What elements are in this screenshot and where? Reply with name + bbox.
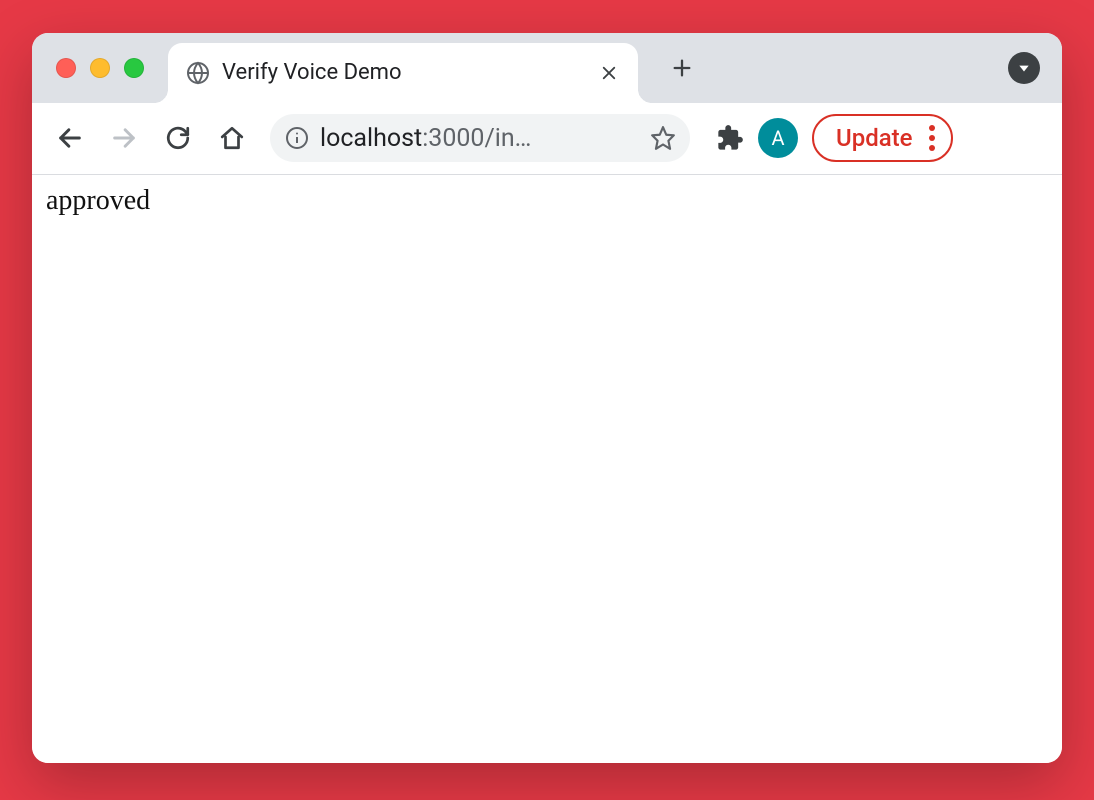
- page-content: approved: [32, 175, 1062, 763]
- tab-title: Verify Voice Demo: [222, 60, 590, 85]
- update-button[interactable]: Update: [812, 114, 953, 162]
- chevron-down-icon: [1008, 52, 1040, 84]
- new-tab-button[interactable]: [660, 46, 704, 90]
- bookmark-icon[interactable]: [650, 125, 676, 151]
- kebab-icon[interactable]: [929, 125, 935, 151]
- reload-button[interactable]: [154, 114, 202, 162]
- info-icon[interactable]: [284, 125, 310, 151]
- window-minimize-button[interactable]: [90, 58, 110, 78]
- extensions-icon[interactable]: [716, 124, 744, 152]
- url-path: :3000/in…: [422, 124, 531, 153]
- globe-icon: [186, 61, 210, 85]
- toolbar: localhost:3000/in… A Update: [32, 103, 1062, 175]
- update-label: Update: [836, 124, 913, 152]
- home-button[interactable]: [208, 114, 256, 162]
- url-host: localhost: [320, 124, 422, 153]
- address-bar[interactable]: localhost:3000/in…: [270, 114, 690, 162]
- window-traffic-lights: [32, 58, 168, 78]
- forward-button[interactable]: [100, 114, 148, 162]
- window-fullscreen-button[interactable]: [124, 58, 144, 78]
- toolbar-right-icons: A Update: [716, 114, 953, 162]
- url-text: localhost:3000/in…: [320, 124, 642, 153]
- tab-search-button[interactable]: [1008, 52, 1040, 84]
- back-button[interactable]: [46, 114, 94, 162]
- profile-avatar[interactable]: A: [758, 118, 798, 158]
- tab-bar: Verify Voice Demo: [32, 33, 1062, 103]
- browser-tab[interactable]: Verify Voice Demo: [168, 43, 638, 103]
- close-icon[interactable]: [598, 62, 620, 84]
- avatar-initial: A: [771, 126, 784, 150]
- browser-window: Verify Voice Demo: [32, 33, 1062, 763]
- page-body-text: approved: [46, 185, 150, 216]
- window-close-button[interactable]: [56, 58, 76, 78]
